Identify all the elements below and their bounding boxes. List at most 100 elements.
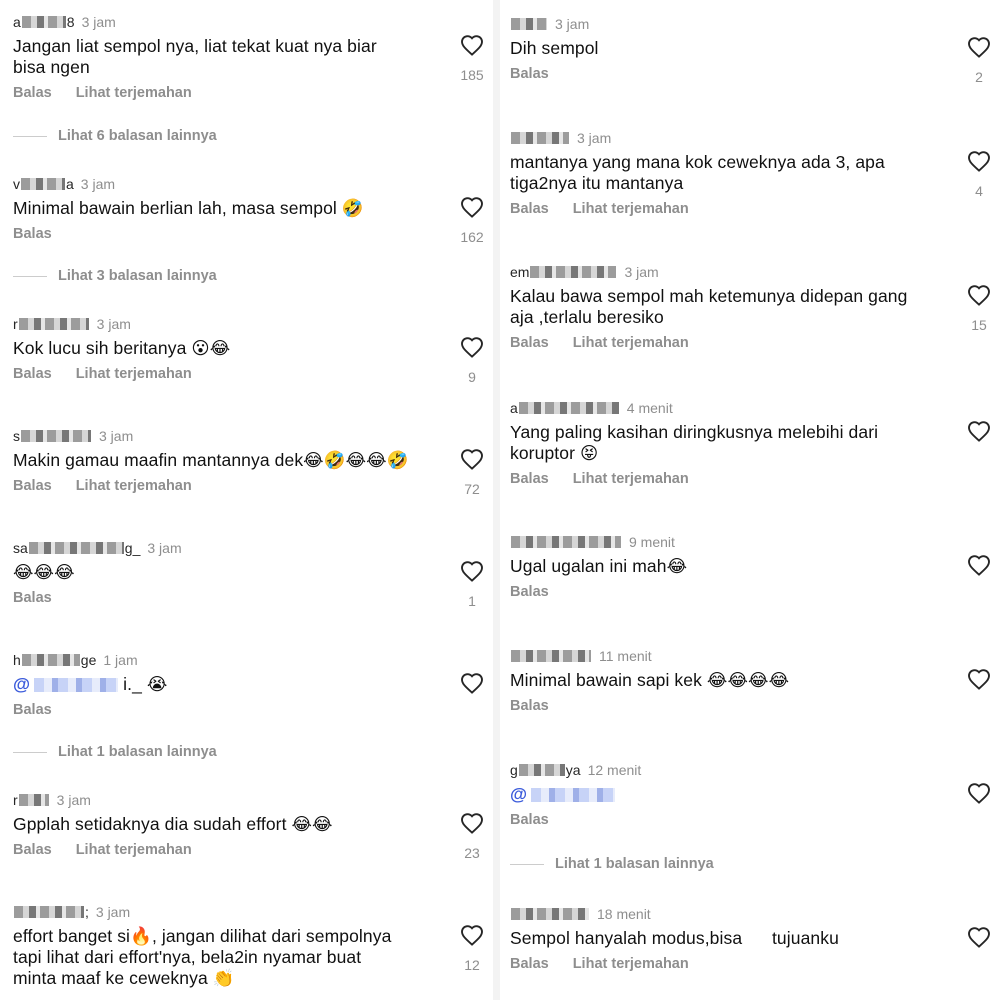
- comment-body: 😂😂😂: [13, 562, 75, 582]
- comment-username[interactable]: a8: [13, 14, 75, 30]
- reply-button[interactable]: Balas: [510, 956, 549, 972]
- comment-username[interactable]: em: [510, 264, 617, 280]
- like-control[interactable]: 23: [455, 812, 489, 861]
- reply-button[interactable]: Balas: [13, 590, 52, 606]
- replies-line: [13, 275, 47, 277]
- comment-actions: Balas Lihat terjemahan: [13, 842, 493, 858]
- like-control[interactable]: [962, 668, 996, 717]
- comment-time: 18 menit: [597, 906, 651, 922]
- comment-username[interactable]: [510, 18, 548, 30]
- like-count: 185: [460, 67, 484, 83]
- username-tail: g_: [124, 540, 141, 556]
- like-control[interactable]: 72: [455, 448, 489, 497]
- like-control[interactable]: [962, 926, 996, 975]
- reply-button[interactable]: Balas: [510, 335, 549, 351]
- comment-text: Sempol hanyalah modus,bisa tujuanku: [510, 928, 930, 949]
- comment-meta: a 4 menit: [510, 398, 1000, 418]
- username-visible-part: sa: [13, 540, 28, 556]
- comment-time: 4 menit: [626, 400, 673, 416]
- like-control[interactable]: 185: [455, 34, 489, 83]
- comment-username[interactable]: s: [13, 428, 92, 444]
- translate-button[interactable]: Lihat terjemahan: [573, 335, 689, 351]
- username-blur: [511, 650, 591, 662]
- reply-button[interactable]: Balas: [13, 226, 52, 242]
- view-more-replies[interactable]: Lihat 1 balasan lainnya: [510, 856, 714, 872]
- comment-username[interactable]: sa g_: [13, 540, 140, 556]
- like-control[interactable]: 162: [455, 196, 489, 245]
- heart-icon: [461, 449, 483, 470]
- comment-username[interactable]: r: [13, 316, 90, 332]
- username-blur: [28, 542, 124, 554]
- username-blur: [518, 402, 619, 414]
- comment-meta: h ge 1 jam: [13, 650, 493, 670]
- view-more-replies[interactable]: Lihat 1 balasan lainnya: [13, 744, 217, 760]
- comment-username[interactable]: va: [13, 176, 74, 192]
- mention-blur[interactable]: [531, 788, 616, 803]
- view-more-replies[interactable]: Lihat 6 balasan lainnya: [13, 128, 217, 144]
- like-control[interactable]: [962, 782, 996, 831]
- comment-body: Ugal ugalan ini mah😂: [510, 556, 688, 576]
- comment-body: mantanya yang mana kok ceweknya ada 3, a…: [510, 152, 885, 193]
- username-blur: [518, 764, 565, 776]
- comment-text: Makin gamau maafin mantannya dek😂🤣😂😂🤣: [13, 450, 433, 471]
- reply-button[interactable]: Balas: [13, 366, 52, 382]
- username-visible-part: g: [510, 762, 518, 778]
- username-blur: [21, 178, 65, 190]
- translate-button[interactable]: Lihat terjemahan: [76, 478, 192, 494]
- reply-button[interactable]: Balas: [510, 812, 549, 828]
- reply-button[interactable]: Balas: [13, 478, 52, 494]
- translate-button[interactable]: Lihat terjemahan: [573, 471, 689, 487]
- comment-username[interactable]: [510, 132, 570, 144]
- comment-text: mantanya yang mana kok ceweknya ada 3, a…: [510, 152, 930, 194]
- like-control[interactable]: 1: [455, 560, 489, 609]
- comment-username[interactable]: h ge: [13, 652, 96, 668]
- reply-button[interactable]: Balas: [510, 698, 549, 714]
- comment-username[interactable]: r: [13, 792, 50, 808]
- reply-button[interactable]: Balas: [13, 702, 52, 718]
- reply-button[interactable]: Balas: [510, 471, 549, 487]
- like-control[interactable]: 2: [962, 36, 996, 85]
- comment-username[interactable]: [510, 908, 590, 920]
- comment-time: 1 jam: [103, 652, 138, 668]
- like-count: 1: [468, 593, 476, 609]
- username-blur: [21, 654, 80, 666]
- comment-body: Sempol hanyalah modus,bisa tujuanku: [510, 928, 839, 948]
- reply-button[interactable]: Balas: [13, 85, 52, 101]
- comment-item: va3 jam Minimal bawain berlian lah, masa …: [13, 174, 493, 245]
- comment-username[interactable]: a: [510, 400, 620, 416]
- username-tail: ya: [565, 762, 581, 778]
- like-control[interactable]: [962, 420, 996, 469]
- translate-button[interactable]: Lihat terjemahan: [573, 956, 689, 972]
- like-control[interactable]: [455, 672, 489, 721]
- like-control[interactable]: 9: [455, 336, 489, 385]
- username-visible-part: a: [510, 400, 518, 416]
- mention-blur[interactable]: [34, 678, 119, 693]
- comment-time: 11 menit: [599, 648, 652, 664]
- comment-meta: 3 jam: [510, 128, 1000, 148]
- like-control[interactable]: [962, 554, 996, 603]
- comment-actions: Balas: [510, 66, 1000, 82]
- reply-button[interactable]: Balas: [510, 201, 549, 217]
- like-control[interactable]: 4: [962, 150, 996, 199]
- comment-username[interactable]: [510, 536, 622, 548]
- translate-button[interactable]: Lihat terjemahan: [573, 201, 689, 217]
- comment-time: 3 jam: [577, 130, 612, 146]
- view-more-replies[interactable]: Lihat 3 balasan lainnya: [13, 268, 217, 284]
- replies-line: [510, 863, 544, 865]
- comment-username[interactable]: g ya: [510, 762, 581, 778]
- translate-button[interactable]: Lihat terjemahan: [76, 366, 192, 382]
- comment-time: 3 jam: [147, 540, 182, 556]
- comment-username[interactable]: [510, 650, 592, 662]
- like-control[interactable]: 12: [455, 924, 489, 973]
- comment-body: Minimal bawain berlian lah, masa sempol …: [13, 198, 364, 218]
- translate-button[interactable]: Lihat terjemahan: [76, 842, 192, 858]
- comment-username[interactable]: ;: [13, 904, 89, 920]
- comment-item: a83 jam Jangan liat sempol nya, liat teka…: [13, 12, 493, 101]
- comment-meta: r 3 jam: [13, 314, 493, 334]
- reply-button[interactable]: Balas: [13, 842, 52, 858]
- translate-button[interactable]: Lihat terjemahan: [76, 85, 192, 101]
- comment-meta: a83 jam: [13, 12, 493, 32]
- like-control[interactable]: 15: [962, 284, 996, 333]
- reply-button[interactable]: Balas: [510, 584, 549, 600]
- reply-button[interactable]: Balas: [510, 66, 549, 82]
